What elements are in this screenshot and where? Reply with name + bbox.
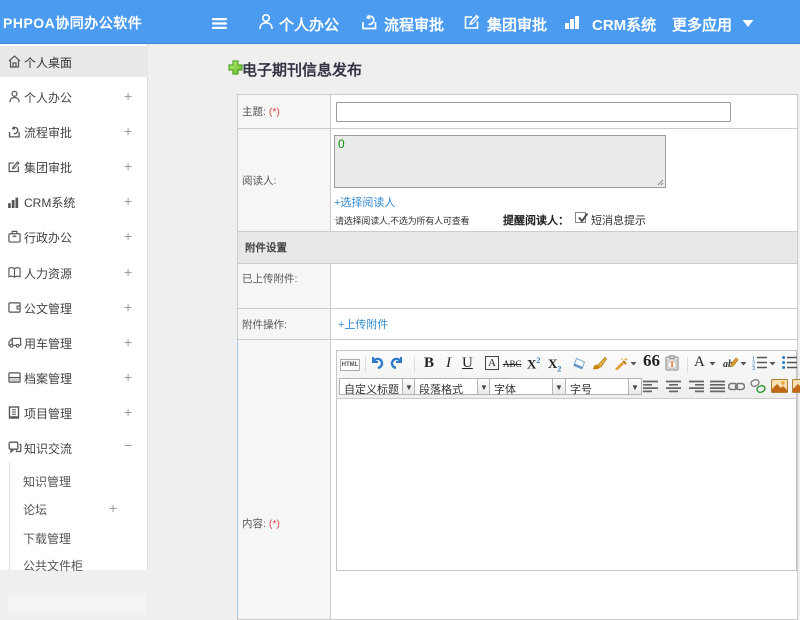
svg-text:T: T	[669, 360, 675, 369]
svg-text:3: 3	[752, 366, 755, 370]
